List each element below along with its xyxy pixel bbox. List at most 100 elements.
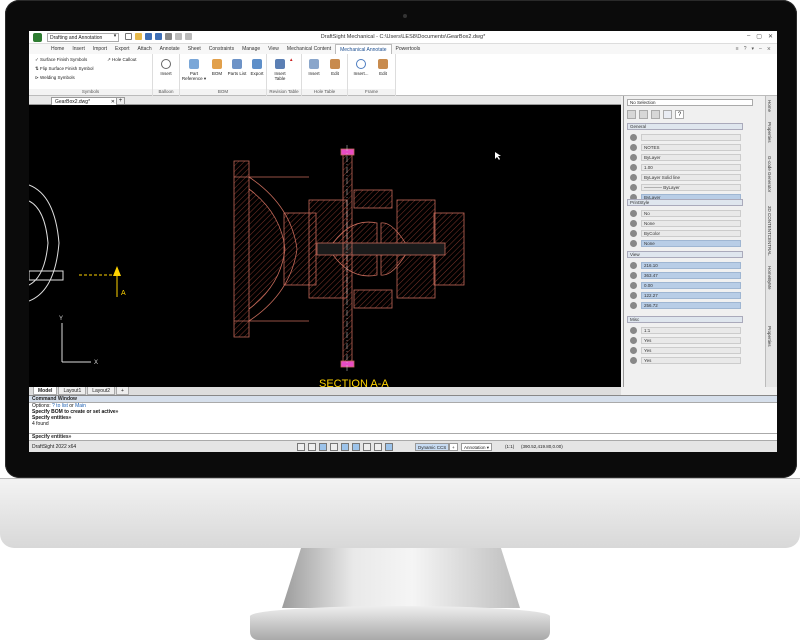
- pick-icon[interactable]: [663, 110, 672, 119]
- side-tab-properties[interactable]: Properties: [767, 326, 772, 347]
- model-toggle-icon[interactable]: [374, 443, 382, 451]
- surface-finish-symbols-button[interactable]: ✓ Surface Finish Symbols: [35, 57, 87, 63]
- bom-button[interactable]: BOM: [206, 59, 228, 76]
- grid-toggle-icon[interactable]: [308, 443, 316, 451]
- property-value[interactable]: ByColor: [641, 230, 741, 237]
- side-tab-g-code-generator[interactable]: G-code Generator: [767, 156, 772, 192]
- part-reference-button[interactable]: Part Reference ▾: [181, 59, 207, 82]
- property-value[interactable]: 256.72: [641, 302, 741, 309]
- command-input[interactable]: Specify entities»: [29, 433, 777, 440]
- insert-revision-table-button[interactable]: Insert Table: [269, 59, 291, 81]
- quick-select-icon[interactable]: [639, 110, 648, 119]
- panel-label: Balloon: [153, 89, 179, 95]
- snap-toggle-icon[interactable]: [297, 443, 305, 451]
- help-icon[interactable]: ?: [675, 110, 684, 119]
- chevron-down-icon[interactable]: ▾: [752, 46, 755, 52]
- drawing-canvas[interactable]: A X Y SECTION A-A: [29, 105, 621, 387]
- property-value[interactable]: Yes: [641, 357, 741, 364]
- tab-import[interactable]: Import: [89, 44, 111, 54]
- etrack-toggle-icon[interactable]: [352, 443, 360, 451]
- tab-constraints[interactable]: Constraints: [205, 44, 238, 54]
- frame-edit-button[interactable]: Edit: [372, 59, 394, 76]
- property-value[interactable]: Yes: [641, 347, 741, 354]
- revision-warning-icon[interactable]: ▲: [289, 57, 293, 62]
- tab-layout1[interactable]: Layout1: [58, 387, 87, 395]
- ortho-toggle-icon[interactable]: [319, 443, 327, 451]
- tab-layout2[interactable]: Layout2: [87, 387, 116, 395]
- minimize-button[interactable]: –: [747, 33, 750, 40]
- status-bar: DraftSight 2022 x64 Dynamic CCS + Annota…: [29, 440, 777, 452]
- side-tab-homebyme[interactable]: HomeByMe: [767, 266, 772, 290]
- hole-table-insert-button[interactable]: Insert: [303, 59, 325, 76]
- balloon-insert-button[interactable]: Insert: [155, 59, 177, 76]
- tab-sheet[interactable]: Sheet: [184, 44, 205, 54]
- hole-table-edit-button[interactable]: Edit: [324, 59, 346, 76]
- tab-view[interactable]: View: [264, 44, 283, 54]
- tab-attach[interactable]: Attach: [133, 44, 155, 54]
- tab-insert[interactable]: Insert: [68, 44, 89, 54]
- add-button[interactable]: +: [449, 443, 458, 451]
- side-tab-home[interactable]: Home: [767, 100, 772, 112]
- group-general[interactable]: General: [627, 123, 743, 130]
- property-value[interactable]: None: [641, 220, 741, 227]
- property-value[interactable]: 363.47: [641, 272, 741, 279]
- tab-home[interactable]: Home: [47, 44, 68, 54]
- group-view[interactable]: View: [627, 251, 743, 258]
- side-tab-properties[interactable]: Properties: [767, 122, 772, 143]
- esnap-toggle-icon[interactable]: [341, 443, 349, 451]
- ribbon-menu-icon[interactable]: ≡: [736, 46, 739, 52]
- select-entities-icon[interactable]: [627, 110, 636, 119]
- property-value[interactable]: Yes: [641, 337, 741, 344]
- tab-manage[interactable]: Manage: [238, 44, 264, 54]
- property-value[interactable]: ———— ByLayer: [641, 184, 741, 191]
- hole-callout-button[interactable]: ↗ Hole Callout: [107, 57, 137, 63]
- ribbon-minimize-icon[interactable]: –: [759, 46, 762, 52]
- parts-list-icon: [232, 59, 242, 69]
- property-value[interactable]: ByLayer Solid line: [641, 174, 741, 181]
- tab-annotate[interactable]: Annotate: [156, 44, 184, 54]
- flip-surface-finish-button[interactable]: ⇅ Flip Surface Finish Symbol: [35, 66, 94, 72]
- tab-powertools[interactable]: Powertools: [392, 44, 425, 54]
- maximize-button[interactable]: ▢: [756, 33, 762, 40]
- property-value[interactable]: [641, 134, 741, 141]
- tab-export[interactable]: Export: [111, 44, 133, 54]
- property-value[interactable]: ByLayer: [641, 154, 741, 161]
- close-button[interactable]: ✕: [768, 33, 773, 40]
- property-value[interactable]: None: [641, 240, 741, 247]
- property-value[interactable]: 1:1: [641, 327, 741, 334]
- document-tab[interactable]: GearBox2.dwg* ✕: [51, 97, 119, 105]
- selection-dropdown[interactable]: No Selection: [627, 99, 753, 106]
- new-document-button[interactable]: +: [116, 97, 125, 105]
- property-value[interactable]: 122.27: [641, 292, 741, 299]
- bom-export-button[interactable]: Export: [246, 59, 268, 76]
- tab-mechanical-annotate[interactable]: Mechanical Annotate: [335, 44, 392, 54]
- property-value[interactable]: 216.10: [641, 262, 741, 269]
- add-layout-button[interactable]: +: [116, 387, 129, 395]
- group-printstyle[interactable]: PrintStyle: [627, 199, 743, 206]
- property-value[interactable]: 0.00: [641, 282, 741, 289]
- tab-model[interactable]: Model: [33, 387, 58, 395]
- group-misc[interactable]: Misc: [627, 316, 743, 323]
- property-value[interactable]: NOTES: [641, 144, 741, 151]
- ribbon: ✓ Surface Finish Symbols ⇅ Flip Surface …: [29, 54, 777, 96]
- toggle-pickadd-icon[interactable]: [651, 110, 660, 119]
- annotation-dropdown[interactable]: Annotation ▾: [461, 443, 493, 451]
- app-window: Drafting and Annotation ▾ DraftSight Mec…: [29, 31, 777, 452]
- property-value[interactable]: 1.00: [641, 164, 741, 171]
- welding-symbols-button[interactable]: ⊳ Welding Symbols: [35, 75, 75, 81]
- quick-input-toggle-icon[interactable]: [385, 443, 393, 451]
- lineweight-toggle-icon[interactable]: [363, 443, 371, 451]
- property-value[interactable]: No: [641, 210, 741, 217]
- dynamic-ccs-button[interactable]: Dynamic CCS: [415, 443, 450, 451]
- command-line: 4 found: [32, 421, 49, 427]
- ribbon-close-icon[interactable]: ⨯: [767, 46, 771, 52]
- revision-table-panel: Insert Table ▲ Revision Table: [267, 54, 302, 96]
- help-icon[interactable]: ?: [744, 46, 747, 52]
- frame-insert-button[interactable]: Insert...: [350, 59, 372, 76]
- side-tab-3d-contentcentral[interactable]: 3D CONTENTCENTRAL: [767, 206, 772, 256]
- section-marker: A: [79, 266, 126, 297]
- balloon-icon: [161, 59, 171, 69]
- polar-toggle-icon[interactable]: [330, 443, 338, 451]
- tab-mechanical-content[interactable]: Mechanical Content: [283, 44, 335, 54]
- parts-list-button[interactable]: Parts List: [226, 59, 248, 76]
